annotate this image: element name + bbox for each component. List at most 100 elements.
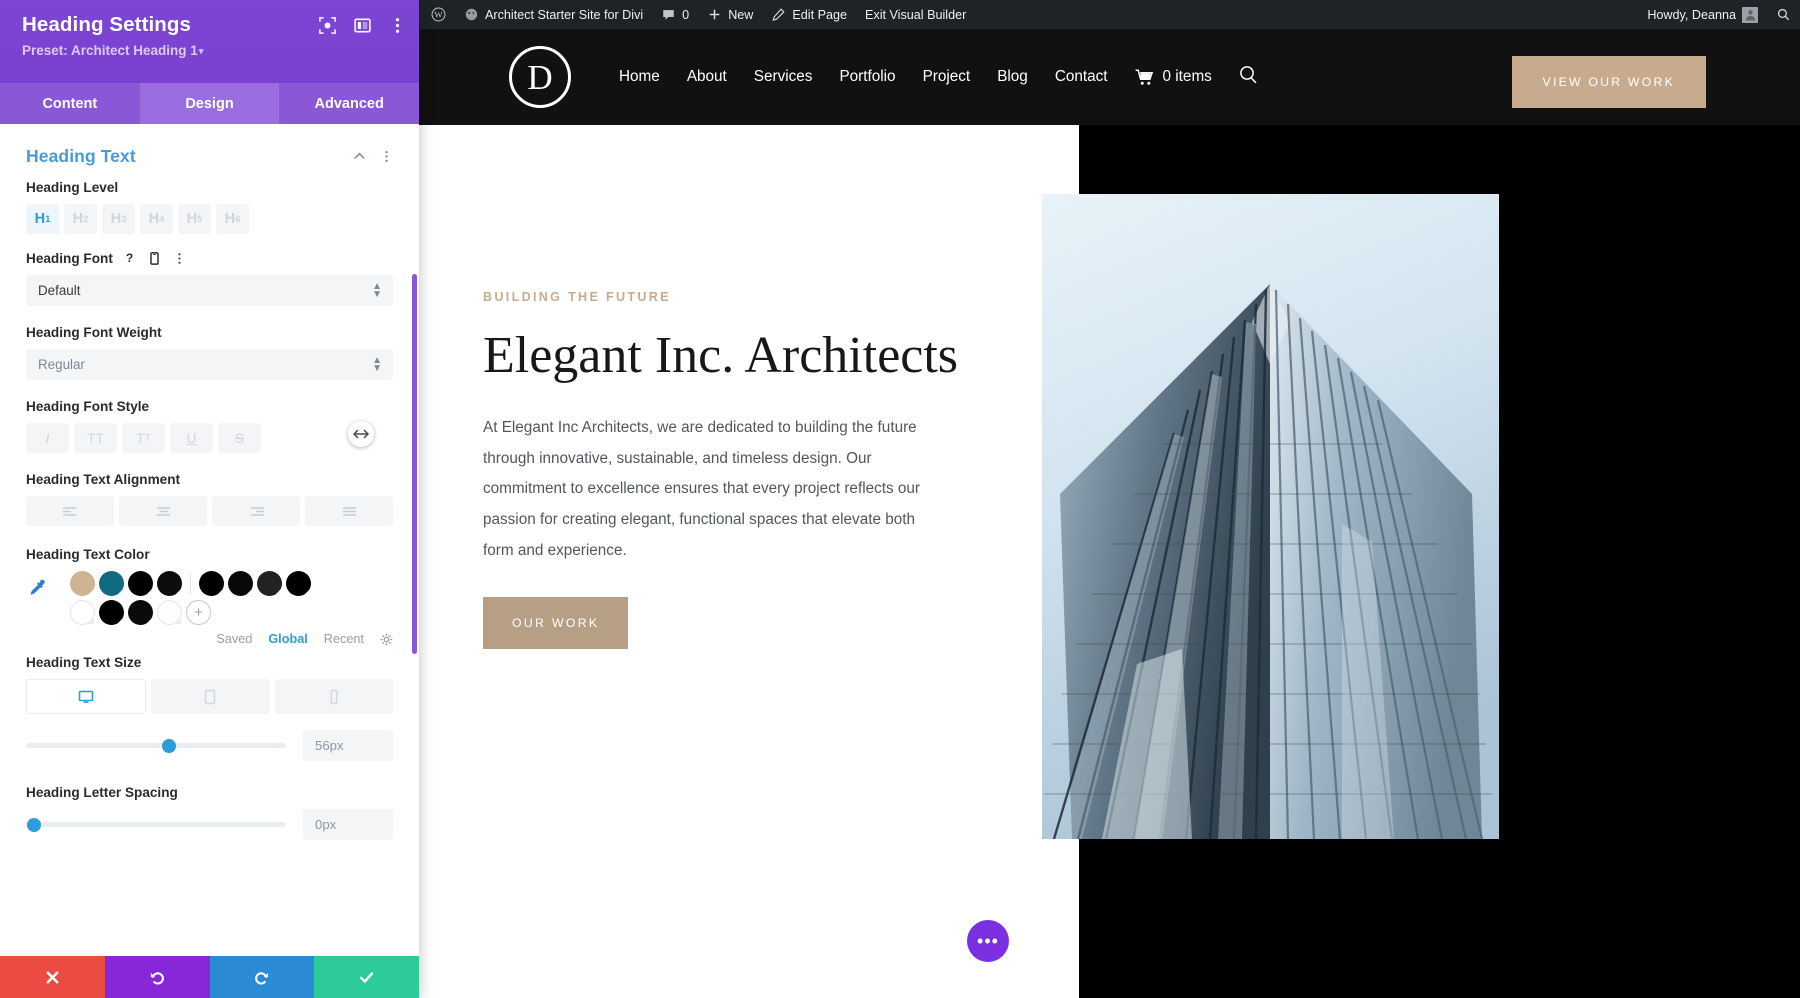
desktop-icon[interactable] — [26, 679, 146, 714]
align-left-icon[interactable] — [26, 496, 114, 526]
tab-design[interactable]: Design — [140, 83, 280, 124]
palette-tab-recent[interactable]: Recent — [324, 632, 364, 646]
color-swatch[interactable] — [99, 600, 124, 625]
mobile-icon[interactable] — [148, 251, 161, 266]
panel-scrollbar[interactable] — [412, 274, 417, 654]
nav-link-contact[interactable]: Contact — [1055, 68, 1108, 86]
color-swatch[interactable] — [70, 571, 95, 596]
heading-text-section-header[interactable]: Heading Text — [26, 124, 393, 180]
font-style-italic[interactable]: I — [26, 423, 69, 453]
heading-level-h5[interactable]: H5 — [178, 204, 211, 234]
color-swatch[interactable] — [70, 600, 95, 625]
admin-bar-right: Howdy, Deanna — [1635, 0, 1800, 29]
cart-icon — [1135, 69, 1154, 86]
nav-link-portfolio[interactable]: Portfolio — [839, 68, 895, 86]
new-label: New — [728, 8, 753, 22]
more-vertical-icon[interactable] — [380, 150, 393, 163]
panel-preset[interactable]: Preset: Architect Heading 1▾ — [22, 43, 403, 58]
heading-level-h6[interactable]: H6 — [216, 204, 249, 234]
eyedropper-icon[interactable] — [26, 571, 70, 604]
align-center-icon[interactable] — [119, 496, 207, 526]
tablet-icon[interactable] — [151, 679, 269, 714]
heading-font-weight-select[interactable]: Regular ▲▼ — [26, 349, 393, 380]
site-logo[interactable]: D — [509, 46, 571, 108]
gear-icon[interactable] — [380, 633, 393, 646]
undo-button[interactable] — [105, 956, 210, 998]
nav-link-services[interactable]: Services — [754, 68, 813, 86]
color-swatch[interactable] — [257, 571, 282, 596]
color-swatch[interactable] — [286, 571, 311, 596]
align-justify-icon[interactable] — [305, 496, 393, 526]
palette-tab-saved[interactable]: Saved — [216, 632, 252, 646]
comments-menu[interactable]: 0 — [652, 0, 698, 29]
plus-circle-icon[interactable]: + — [186, 600, 211, 625]
more-vertical-icon[interactable] — [388, 16, 407, 35]
avatar — [1742, 7, 1758, 23]
slider-knob[interactable] — [162, 739, 176, 753]
heading-level-h2[interactable]: H2 — [64, 204, 97, 234]
hero-eyebrow: BUILDING THE FUTURE — [483, 290, 953, 304]
heading-level-h1[interactable]: H1 — [26, 204, 59, 234]
color-picker-row: + Saved Global Recent — [26, 571, 393, 646]
panel-body: Heading Text Heading Level H1 — [0, 124, 419, 956]
layout-columns-icon[interactable] — [353, 16, 372, 35]
color-swatch[interactable] — [128, 571, 153, 596]
swatch-divider — [190, 573, 191, 594]
save-button[interactable] — [314, 956, 419, 998]
focus-target-icon[interactable] — [318, 16, 337, 35]
slider-knob[interactable] — [27, 818, 41, 832]
site-search-button[interactable] — [1239, 65, 1258, 89]
howdy-label: Howdy, Deanna — [1647, 8, 1736, 22]
panel-header: Heading Settings Preset: Architect Headi… — [0, 0, 419, 83]
account-menu[interactable]: Howdy, Deanna — [1635, 0, 1767, 29]
font-style-uppercase[interactable]: TT — [74, 423, 117, 453]
font-style-strikethrough[interactable]: S — [218, 423, 261, 453]
heading-level-h3[interactable]: H3 — [102, 204, 135, 234]
select-arrows-icon: ▲▼ — [372, 283, 382, 299]
more-vertical-icon[interactable] — [173, 251, 186, 266]
color-swatch[interactable] — [157, 571, 182, 596]
color-swatch[interactable] — [228, 571, 253, 596]
redo-button[interactable] — [210, 956, 315, 998]
wordpress-logo-menu[interactable]: W — [419, 0, 455, 29]
nav-link-home[interactable]: Home — [619, 68, 660, 86]
help-icon[interactable]: ? — [123, 251, 136, 266]
chevron-up-icon[interactable] — [353, 150, 366, 163]
nav-link-blog[interactable]: Blog — [997, 68, 1028, 86]
exit-visual-builder-link[interactable]: Exit Visual Builder — [856, 0, 975, 29]
color-swatch[interactable] — [128, 600, 153, 625]
edit-page-link[interactable]: Edit Page — [762, 0, 856, 29]
cart-widget[interactable]: 0 items — [1135, 68, 1212, 86]
admin-search-button[interactable] — [1767, 0, 1800, 29]
color-swatch[interactable] — [99, 571, 124, 596]
font-style-smallcaps[interactable]: TT — [122, 423, 165, 453]
font-style-underline[interactable]: U — [170, 423, 213, 453]
panel-resize-handle[interactable] — [348, 421, 374, 447]
new-content-menu[interactable]: New — [698, 0, 762, 29]
nav-link-about[interactable]: About — [687, 68, 727, 86]
our-work-button[interactable]: OUR WORK — [483, 597, 628, 649]
heading-level-h4[interactable]: H4 — [140, 204, 173, 234]
heading-text-size-slider[interactable] — [26, 743, 286, 748]
heading-text-size-value[interactable]: 56px — [303, 730, 393, 761]
divi-settings-fab[interactable]: ••• — [967, 920, 1009, 962]
view-our-work-button[interactable]: VIEW OUR WORK — [1512, 56, 1706, 108]
tab-content[interactable]: Content — [0, 83, 140, 124]
undo-icon — [149, 969, 166, 986]
hero-heading[interactable]: Elegant Inc. Architects — [483, 328, 953, 384]
cancel-button[interactable] — [0, 956, 105, 998]
color-swatch[interactable] — [199, 571, 224, 596]
heading-font-field: Heading Font ? — [26, 251, 393, 306]
heading-letter-spacing-value[interactable]: 0px — [303, 809, 393, 840]
heading-letter-spacing-field: Heading Letter Spacing 0px — [26, 785, 393, 840]
align-right-icon[interactable] — [212, 496, 300, 526]
heading-font-select[interactable]: Default ▲▼ — [26, 275, 393, 306]
site-name-menu[interactable]: Architect Starter Site for Divi — [455, 0, 652, 29]
color-swatch[interactable] — [157, 600, 182, 625]
palette-tab-global[interactable]: Global — [268, 632, 307, 646]
tab-advanced[interactable]: Advanced — [279, 83, 419, 124]
nav-link-project[interactable]: Project — [923, 68, 971, 86]
hero-text-block: BUILDING THE FUTURE Elegant Inc. Archite… — [483, 290, 953, 649]
phone-icon[interactable] — [275, 679, 393, 714]
heading-letter-spacing-slider[interactable] — [26, 822, 286, 827]
